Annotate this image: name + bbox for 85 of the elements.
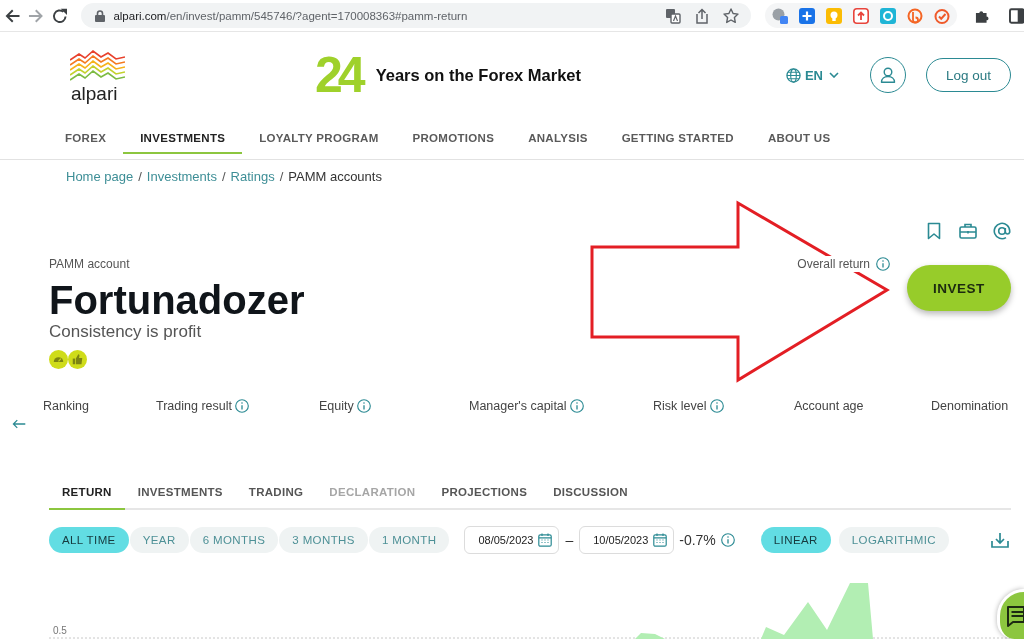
chat-icon	[1006, 604, 1024, 627]
left-arrow-icon[interactable]	[12, 417, 26, 431]
start-date-value[interactable]: 08/05/2023	[478, 534, 534, 546]
chat-button[interactable]	[997, 589, 1024, 639]
metric-label: Ranking	[43, 399, 89, 413]
person-icon	[879, 67, 896, 83]
breadcrumb-current: PAMM accounts	[288, 168, 382, 184]
info-icon[interactable]	[569, 399, 584, 413]
sidebar-icon[interactable]	[1008, 7, 1024, 24]
section-tab[interactable]: INVESTMENTS	[124, 478, 236, 510]
account-name: Fortunadozer	[49, 278, 305, 322]
info-icon[interactable]	[356, 399, 371, 413]
plus-tile-icon[interactable]	[799, 7, 816, 24]
caret-icon[interactable]	[828, 72, 839, 78]
reload-icon[interactable]	[51, 7, 68, 24]
download-icon[interactable]	[991, 532, 1009, 548]
metric-label: Manager's capital	[469, 399, 567, 413]
gauge-badge-icon	[49, 350, 68, 369]
info-icon[interactable]	[234, 399, 249, 413]
profile-button[interactable]	[869, 57, 906, 93]
section-tab[interactable]: PROJECTIONS	[428, 478, 541, 510]
nav-tab[interactable]: GETTING STARTED	[604, 130, 751, 154]
nav-tab[interactable]: FOREX	[48, 130, 124, 154]
metric-label: Denomination	[931, 399, 1009, 413]
period-button[interactable]: ALL TIME	[49, 527, 129, 553]
briefcase-icon[interactable]	[959, 222, 977, 240]
breadcrumb-separator: /	[221, 168, 226, 184]
profile-icon[interactable]	[772, 7, 789, 24]
breadcrumb-link[interactable]: Ratings	[230, 168, 275, 184]
start-date-field[interactable]: 08/05/2023	[464, 526, 560, 554]
lightbulb-tile-icon[interactable]	[826, 7, 843, 24]
info-icon[interactable]	[720, 533, 735, 547]
scale-button[interactable]: LINEAR	[760, 527, 831, 553]
bookmark-icon[interactable]	[925, 222, 943, 240]
section-tab[interactable]: TRADING	[235, 478, 317, 510]
at-sign-icon[interactable]	[993, 222, 1011, 240]
anniversary-number: 24	[315, 50, 363, 100]
breadcrumb-link[interactable]: Investments	[146, 168, 217, 184]
metric-label: Equity	[319, 399, 354, 413]
calendar-icon[interactable]	[653, 533, 668, 547]
logo-text[interactable]: alpari	[71, 82, 118, 105]
overall-return-label: Overall return	[797, 256, 870, 272]
globe-icon[interactable]	[785, 67, 801, 83]
swirl-icon[interactable]	[907, 7, 924, 24]
check-ring-icon[interactable]	[934, 7, 951, 24]
breadcrumb-separator: /	[279, 168, 284, 184]
info-icon[interactable]	[876, 257, 890, 271]
date-range-separator: –	[565, 532, 574, 548]
calendar-icon[interactable]	[538, 533, 553, 547]
section-tab[interactable]: DISCUSSION	[540, 478, 641, 510]
metric-label: Account age	[794, 399, 864, 413]
nav-tab[interactable]: ABOUT US	[750, 130, 848, 154]
language-selector[interactable]: EN	[804, 67, 823, 83]
account-motto: Consistency is profit	[49, 322, 202, 342]
breadcrumb-link[interactable]: Home page	[66, 168, 134, 184]
breadcrumb-separator: /	[138, 168, 142, 184]
account-type-label: PAMM account	[49, 256, 130, 272]
info-icon[interactable]	[709, 399, 724, 413]
section-tab[interactable]: RETURN	[49, 478, 125, 510]
share-icon[interactable]	[694, 7, 711, 24]
thumbs-up-badge-icon	[68, 350, 87, 369]
logout-button[interactable]: Log out	[925, 58, 1011, 92]
end-date-value[interactable]: 10/05/2023	[593, 534, 649, 546]
translate-icon[interactable]	[665, 7, 682, 24]
url-text[interactable]: alpari.com/en/invest/pamm/545746/?agent=170008363#pamm-return	[113, 9, 468, 22]
metric-label: Risk level	[653, 399, 707, 413]
axis-tick-label: 0.5	[53, 625, 67, 637]
forward-icon[interactable]	[28, 7, 44, 24]
nav-tab[interactable]: ANALYSIS	[511, 130, 605, 154]
end-date-field[interactable]: 10/05/2023	[579, 526, 675, 554]
nav-tab[interactable]: LOYALTY PROGRAM	[242, 130, 396, 154]
upload-tile-icon[interactable]	[853, 7, 870, 24]
address-bar[interactable]: alpari.com/en/invest/pamm/545746/?agent=170008363#pamm-return	[81, 3, 752, 28]
anniversary-text: Years on the Forex Market	[375, 65, 582, 85]
star-icon[interactable]	[723, 7, 740, 24]
ring-tile-icon[interactable]	[880, 7, 897, 24]
lock-icon[interactable]	[95, 9, 106, 22]
zigzag-logo-icon[interactable]	[70, 49, 125, 82]
back-icon[interactable]	[5, 7, 21, 24]
nav-tab[interactable]: INVESTMENTS	[123, 130, 243, 154]
nav-tab[interactable]: PROMOTIONS	[395, 130, 512, 154]
metric-label: Trading result	[156, 399, 232, 413]
period-button[interactable]: 6 MONTHS	[189, 527, 279, 553]
return-change: -0.7%	[679, 532, 716, 548]
invest-button[interactable]: INVEST	[907, 265, 1011, 311]
